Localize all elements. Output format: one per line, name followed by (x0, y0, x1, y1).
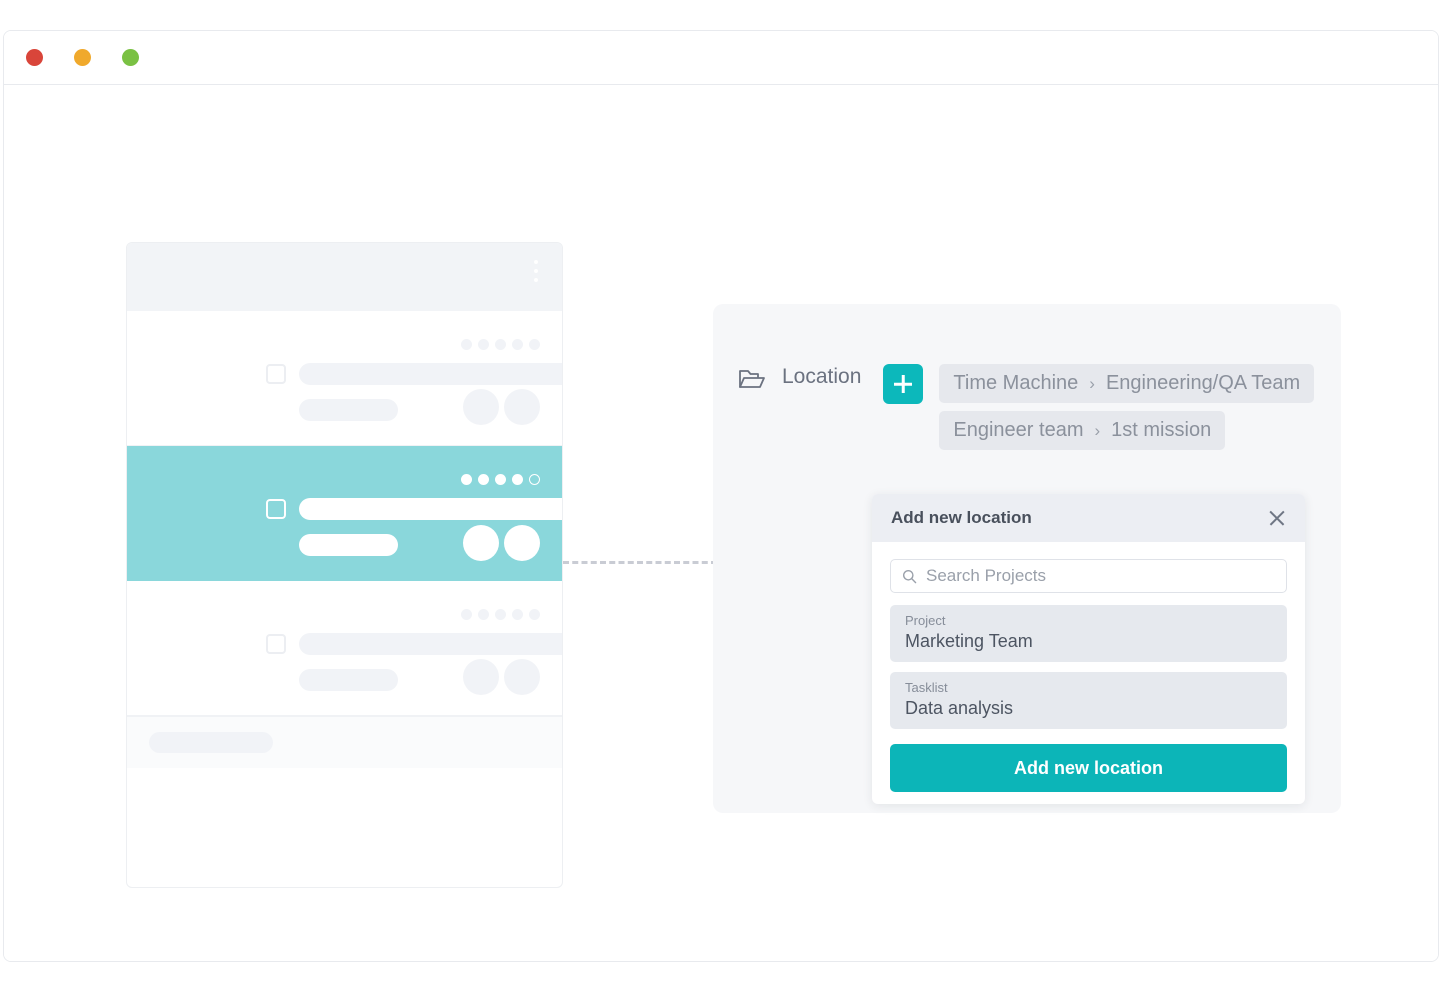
avatar[interactable] (463, 525, 499, 561)
breadcrumb-parent: Time Machine (953, 372, 1079, 394)
dialog-title: Add new location (891, 508, 1032, 527)
close-icon[interactable] (1267, 509, 1286, 528)
task-title-placeholder (299, 498, 562, 520)
card-footer (127, 716, 562, 768)
project-field-label: Project (905, 613, 946, 628)
task-list-card (126, 242, 563, 888)
window-maximize-button[interactable] (122, 49, 139, 66)
location-panel: Location Time Machine › Engineering/QA T… (713, 304, 1341, 813)
task-row[interactable] (127, 581, 562, 741)
breadcrumb-child: Engineering/QA Team (1105, 372, 1301, 394)
task-checkbox[interactable] (266, 364, 286, 384)
priority-dots (461, 339, 540, 350)
tasklist-select-field[interactable]: Tasklist Data analysis (890, 672, 1287, 729)
dialog-header: Add new location (872, 494, 1305, 542)
location-label: Location (782, 365, 862, 388)
task-subtitle-placeholder (299, 399, 398, 421)
add-location-plus-button[interactable] (883, 364, 924, 404)
search-input[interactable] (926, 566, 1275, 586)
task-row[interactable] (127, 311, 562, 471)
search-icon (902, 569, 917, 584)
chevron-right-icon: › (1094, 420, 1101, 440)
assignee-avatars (463, 389, 540, 425)
window-close-button[interactable] (26, 49, 43, 66)
add-new-location-button[interactable]: Add new location (890, 744, 1287, 792)
assignee-avatars (463, 659, 540, 695)
project-select-field[interactable]: Project Marketing Team (890, 605, 1287, 662)
task-title-placeholder (299, 633, 562, 655)
tasklist-field-label: Tasklist (905, 680, 948, 695)
dialog-body: Project Marketing Team Tasklist Data ana… (872, 542, 1305, 804)
window-minimize-button[interactable] (74, 49, 91, 66)
priority-dots (461, 474, 540, 485)
breadcrumb-child: 1st mission (1111, 419, 1212, 441)
breadcrumb-chip[interactable]: Engineer team › 1st mission (939, 411, 1226, 450)
tasklist-field-value: Data analysis (905, 698, 1014, 718)
add-location-dialog: Add new location Pro (872, 494, 1305, 804)
project-field-value: Marketing Team (905, 631, 1033, 651)
app-window: Location Time Machine › Engineering/QA T… (3, 30, 1439, 962)
folder-open-icon (738, 367, 766, 391)
footer-placeholder (149, 732, 273, 753)
search-projects-box[interactable] (890, 559, 1287, 593)
priority-dots (461, 609, 540, 620)
task-row-selected[interactable] (127, 446, 562, 606)
task-subtitle-placeholder (299, 534, 398, 556)
avatar[interactable] (504, 659, 540, 695)
task-checkbox[interactable] (266, 499, 286, 519)
avatar[interactable] (504, 525, 540, 561)
card-header (127, 243, 562, 311)
chevron-right-icon: › (1089, 373, 1095, 393)
breadcrumb-list: Time Machine › Engineering/QA Team Engin… (939, 364, 1315, 450)
assignee-avatars (463, 525, 540, 561)
avatar[interactable] (463, 389, 499, 425)
avatar[interactable] (504, 389, 540, 425)
avatar[interactable] (463, 659, 499, 695)
breadcrumb-chip[interactable]: Time Machine › Engineering/QA Team (939, 364, 1315, 403)
breadcrumb-parent: Engineer team (953, 419, 1084, 441)
kebab-menu-icon[interactable] (534, 260, 538, 282)
window-titlebar (4, 31, 1438, 85)
canvas: Location Time Machine › Engineering/QA T… (4, 85, 1438, 961)
task-subtitle-placeholder (299, 669, 398, 691)
task-checkbox[interactable] (266, 634, 286, 654)
connector-line (563, 561, 717, 564)
task-title-placeholder (299, 363, 562, 385)
location-header: Location Time Machine › Engineering/QA T… (713, 304, 1341, 450)
